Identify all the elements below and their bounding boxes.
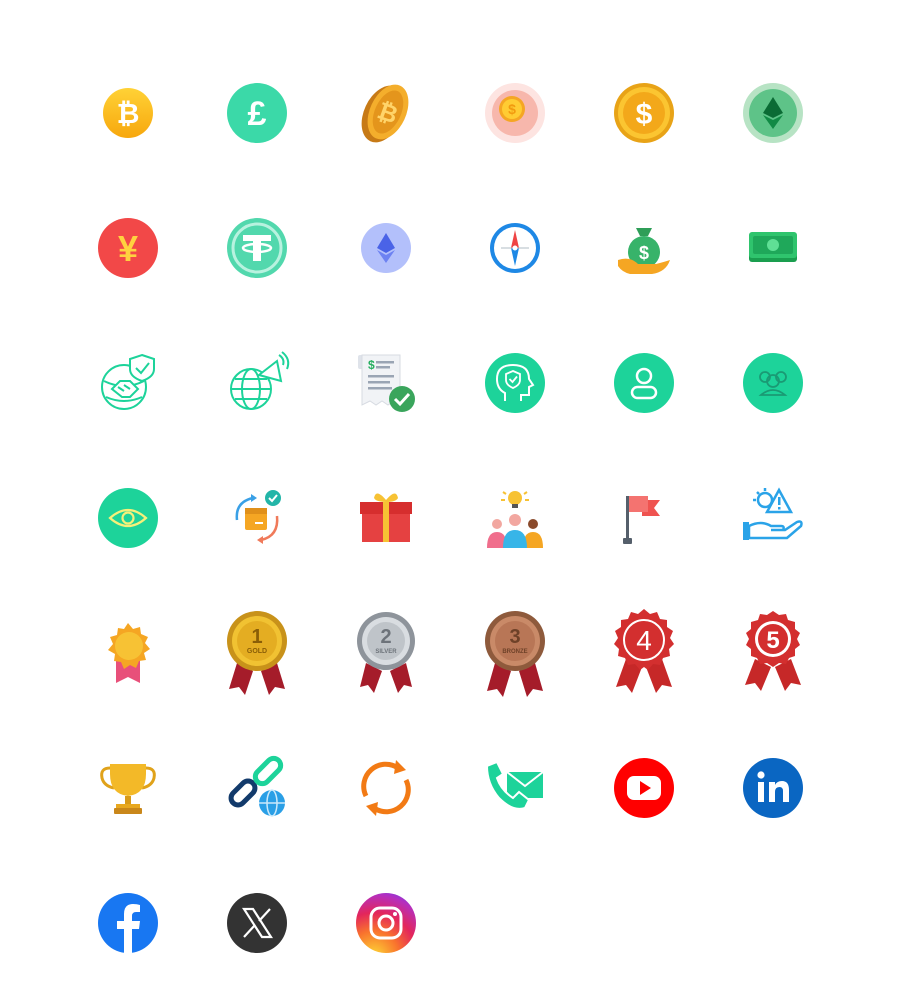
icon-grid: ₿ £ ₿ $ $ ¥ $ $ 1 GOLD 2 SILVER 3 BRONZE… (63, 45, 837, 990)
ethereum-coin-icon (321, 180, 450, 315)
compass-icon (450, 180, 579, 315)
bronze-medal-label: BRONZE (502, 649, 527, 655)
fifth-place-rosette-icon: 5 (708, 585, 837, 720)
silver-medal-label: SILVER (375, 649, 397, 655)
delivery-cycle-icon (192, 450, 321, 585)
bronze-medal-icon: 3 BRONZE (450, 585, 579, 720)
fourth-place-rank: 4 (636, 625, 652, 656)
svg-text:₿: ₿ (116, 98, 139, 129)
svg-text:$: $ (508, 101, 516, 117)
dollar-coin-pink-icon: $ (450, 45, 579, 180)
gift-box-icon (321, 450, 450, 585)
x-twitter-icon (192, 855, 321, 990)
trophy-icon (63, 720, 192, 855)
svg-text:£: £ (247, 95, 266, 133)
svg-text:$: $ (635, 98, 652, 131)
risk-management-icon (708, 450, 837, 585)
gold-medal-icon: 1 GOLD (192, 585, 321, 720)
community-icon (708, 315, 837, 450)
global-broadcast-icon (192, 315, 321, 450)
pound-coin-icon: £ (192, 45, 321, 180)
instagram-icon (321, 855, 450, 990)
phone-mail-contact-icon (450, 720, 579, 855)
web-link-icon (192, 720, 321, 855)
svg-text:¥: ¥ (117, 228, 137, 269)
yen-coin-icon: ¥ (63, 180, 192, 315)
youtube-icon (579, 720, 708, 855)
svg-text:$: $ (368, 358, 375, 372)
svg-text:$: $ (638, 243, 648, 263)
invoice-approved-icon: $ (321, 315, 450, 450)
global-partnership-icon (63, 315, 192, 450)
fifth-place-rank: 5 (766, 627, 779, 654)
refresh-icon (321, 720, 450, 855)
team-idea-icon (450, 450, 579, 585)
gold-medal-rank: 1 (251, 626, 262, 648)
linkedin-icon (708, 720, 837, 855)
bitcoin-coin-icon: ₿ (63, 45, 192, 180)
bronze-medal-rank: 3 (509, 626, 520, 648)
tether-coin-icon (192, 180, 321, 315)
user-profile-icon (579, 315, 708, 450)
gold-medal-label: GOLD (246, 648, 266, 655)
mind-security-icon (450, 315, 579, 450)
cash-stack-icon (708, 180, 837, 315)
eye-view-icon (63, 450, 192, 585)
bitcoin-gold-coin-icon: ₿ (321, 45, 450, 180)
silver-medal-icon: 2 SILVER (321, 585, 450, 720)
fourth-place-rosette-icon: 4 (579, 585, 708, 720)
ethereum-classic-icon (708, 45, 837, 180)
dollar-gold-coin-icon: $ (579, 45, 708, 180)
silver-medal-rank: 2 (380, 626, 391, 648)
facebook-icon (63, 855, 192, 990)
flag-icon (579, 450, 708, 585)
money-bag-hand-icon: $ (579, 180, 708, 315)
award-badge-icon (63, 585, 192, 720)
